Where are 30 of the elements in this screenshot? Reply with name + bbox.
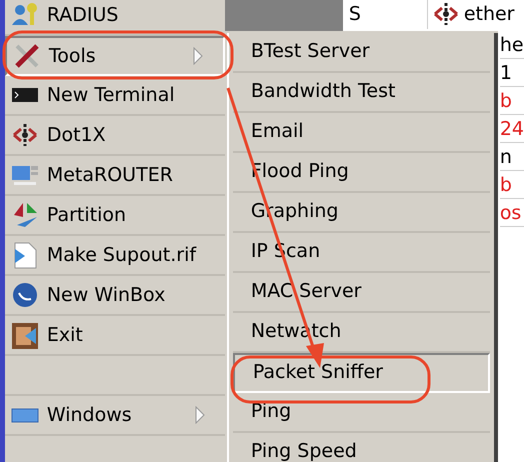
table-cell: b [500,86,524,114]
network-node-icon [10,121,39,149]
submenu-item[interactable]: Email [232,112,490,152]
table-cell: he [500,30,524,58]
submenu-item[interactable]: Bandwidth Test [232,72,490,112]
table-cell: S [342,0,428,28]
submenu-item[interactable]: Ping Speed [232,432,490,462]
globe-icon [10,281,39,309]
table-cell: n [500,142,524,170]
table-cell: 1 [500,58,524,86]
menu-item[interactable]: Dot1X [4,116,225,156]
exit-door-icon [10,321,39,349]
submenu-item[interactable]: BTest Server [232,32,490,72]
menu-item[interactable]: Partition [4,196,225,236]
submenu-item[interactable]: Ping [232,392,490,432]
menu-item[interactable]: Make Supout.rif [4,236,225,276]
submenu-item[interactable]: Packet Sniffer [232,352,490,392]
table-cell: os [500,198,524,226]
table-cell: 24 [500,114,524,142]
menu-item[interactable]: Tools [4,36,225,76]
table-cell: ether [428,0,514,28]
table-cell: b [500,170,524,198]
menu-item[interactable]: Exit [4,316,225,356]
menu-item[interactable]: Windows [4,396,225,436]
menu-item[interactable]: RADIUS [4,0,225,36]
menu-item[interactable]: New WinBox [4,276,225,316]
menu-item[interactable]: MetaROUTER [4,156,225,196]
submenu-item[interactable]: MAC Server [232,272,490,312]
menu-item[interactable]: New Terminal [4,76,225,116]
tools-icon [12,42,41,70]
